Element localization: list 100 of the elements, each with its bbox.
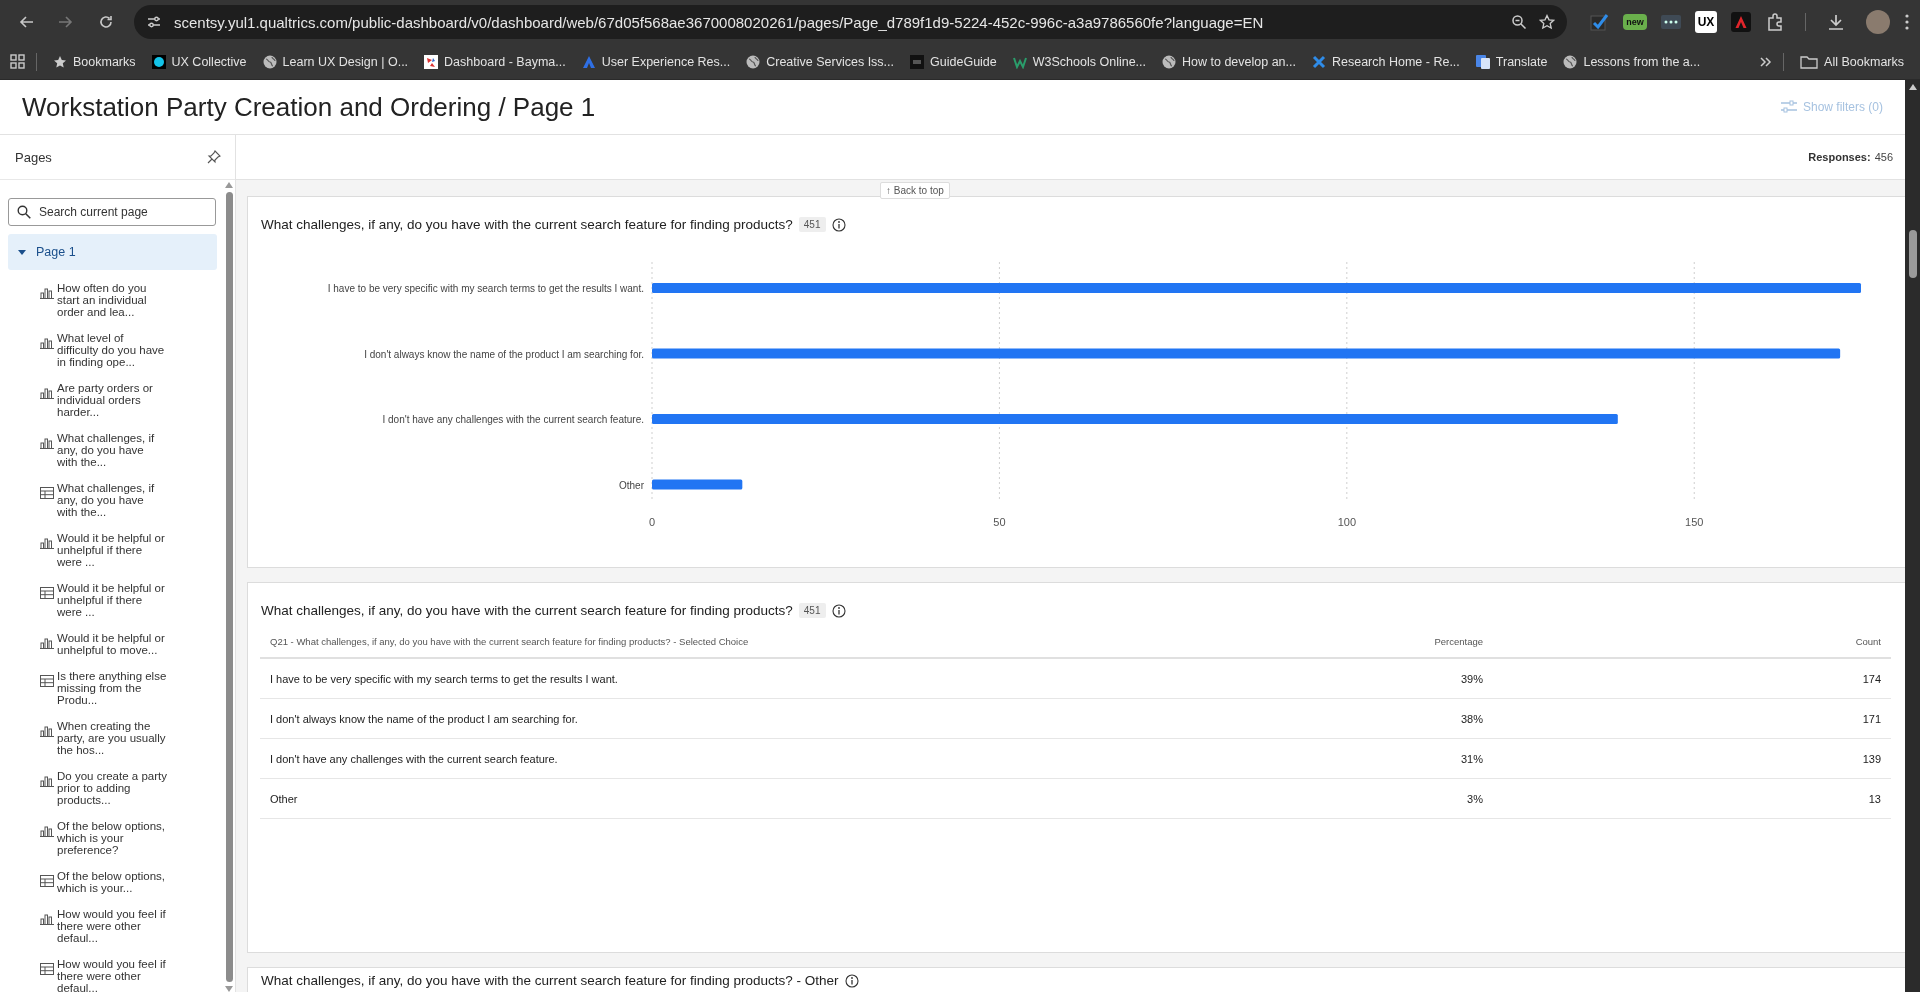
- page-outline-item[interactable]: What challenges, if any, do you have with the...: [40, 432, 190, 468]
- page-outline-item[interactable]: Of the below options, which is your preference?: [40, 820, 190, 856]
- bookmark-link[interactable]: User Experience Res...: [575, 50, 737, 73]
- response-count: 451: [798, 603, 826, 618]
- bookmark-link[interactable]: Translate: [1469, 50, 1554, 73]
- bookmark-link[interactable]: How to develop an...: [1156, 50, 1302, 73]
- table-cell: Other: [260, 779, 1293, 819]
- bar-chart-icon: [40, 337, 54, 349]
- bookmarks-folder[interactable]: All Bookmarks: [1794, 50, 1910, 73]
- circle-icon: [151, 54, 166, 69]
- search-box[interactable]: Search current page: [8, 198, 216, 226]
- page-outline-item[interactable]: What challenges, if any, do you have with the...: [40, 482, 190, 518]
- extension-button[interactable]: UX: [1695, 11, 1717, 33]
- extensions-icon[interactable]: [1765, 12, 1785, 32]
- logo-icon: [424, 54, 439, 69]
- axis-tick-label: 100: [1337, 516, 1356, 528]
- widget-title: What challenges, if any, do you have with the current search feature for finding products?: [261, 603, 793, 618]
- page-item[interactable]: Page 1: [8, 234, 217, 270]
- globe-icon: [262, 54, 277, 69]
- site-settings-icon[interactable]: [146, 14, 162, 30]
- address-bar[interactable]: scentsy.yul1.qualtrics.com/public-dashboard/v0/dashboard/web/67d05f568ae3670008020261/pages/Page_d789f1d9-5224-452c-996c-a3a9786560fe?language=EN: [134, 5, 1567, 39]
- category-label: I have to be very specific with my search terms to get the results I want.: [327, 283, 644, 294]
- axis-tick-label: 150: [1685, 516, 1704, 528]
- folder-icon: [1800, 54, 1819, 69]
- star-icon[interactable]: [1539, 14, 1555, 30]
- triangle-icon: [581, 54, 596, 69]
- bookmark-link[interactable]: Dashboard - Bayma...: [418, 50, 572, 73]
- bookmark-link[interactable]: UX Collective: [145, 50, 253, 73]
- axis-tick-label: 50: [993, 516, 1006, 528]
- extension-badge[interactable]: new: [1623, 14, 1647, 30]
- checkmark-icon[interactable]: [1589, 12, 1609, 32]
- bar-chart-icon: [40, 537, 54, 549]
- bar-chart-icon: [40, 725, 54, 737]
- table-cell: 38%: [1293, 699, 1493, 739]
- page-outline-item[interactable]: What level of difficulty do you have in finding ope...: [40, 332, 190, 368]
- page-outline-item[interactable]: Of the below options, which is your...: [40, 870, 190, 894]
- page-outline-item[interactable]: Would it be helpful or unhelpful if there were ...: [40, 582, 190, 618]
- table-cell: 13: [1493, 779, 1891, 819]
- scrollbar[interactable]: [1905, 80, 1920, 992]
- star-icon: [53, 54, 67, 69]
- page-outline-item[interactable]: Do you create a party prior to adding products...: [40, 770, 190, 806]
- bookmark-link[interactable]: W3Schools Online...: [1006, 50, 1152, 73]
- widget-title: What challenges, if any, do you have with the current search feature for finding products? - Other: [261, 973, 839, 988]
- back-icon[interactable]: [18, 14, 34, 30]
- page-outline-item[interactable]: Would it be helpful or unhelpful to move...: [40, 632, 190, 656]
- page-outline-item[interactable]: Is there anything else missing from the Produ...: [40, 670, 190, 706]
- table-cell: 31%: [1293, 739, 1493, 779]
- reload-icon[interactable]: [98, 14, 114, 30]
- bookmark-link[interactable]: Learn UX Design | O...: [256, 50, 415, 73]
- table-icon: [40, 963, 54, 975]
- forward-icon[interactable]: [58, 14, 74, 30]
- bookmark-link[interactable]: Creative Services Iss...: [740, 50, 901, 73]
- page-outline-item[interactable]: How often do you start an individual order and lea...: [40, 282, 190, 318]
- bar-chart-icon: [40, 437, 54, 449]
- bookmark-link[interactable]: GuideGuide: [904, 50, 1003, 73]
- category-label: Other: [619, 479, 644, 491]
- globe-icon: [746, 54, 761, 69]
- table-cell: 39%: [1293, 659, 1493, 699]
- zoom-icon[interactable]: [1511, 14, 1527, 30]
- bar-chart-icon: [40, 913, 54, 925]
- column-header: Q21 - What challenges, if any, do you have with the current search feature for finding products? - Selected Choice: [260, 626, 1293, 659]
- table-icon: [40, 587, 54, 599]
- page-outline-item[interactable]: How would you feel if there were other defaul...: [40, 908, 190, 944]
- table-icon: [40, 875, 54, 887]
- page-outline-item[interactable]: How would you feel if there were other defaul...: [40, 958, 190, 992]
- bookmark-link[interactable]: Bookmarks: [47, 50, 142, 73]
- info-icon[interactable]: [831, 217, 846, 232]
- axis-tick-label: 0: [648, 516, 656, 528]
- category-label: I don't always know the name of the product I am searching for.: [364, 348, 644, 360]
- page-outline-item[interactable]: Would it be helpful or unhelpful if there were ...: [40, 532, 190, 568]
- column-header: Count: [1493, 626, 1891, 659]
- pin-icon[interactable]: [207, 150, 221, 164]
- chevron-icon[interactable]: [1759, 54, 1774, 69]
- filter-icon: [1780, 100, 1797, 114]
- globe-icon: [1162, 54, 1176, 69]
- sidebar-title: Pages: [15, 149, 52, 165]
- more-icon[interactable]: [1904, 13, 1910, 31]
- table-cell: I don't have any challenges with the current search feature.: [260, 739, 1293, 779]
- bar-chart-icon: [40, 825, 54, 837]
- search-field[interactable]: Search current page: [39, 205, 207, 219]
- page-outline-item[interactable]: Are party orders or individual orders harder...: [40, 382, 190, 418]
- avatar[interactable]: [1866, 10, 1890, 34]
- cross-icon: [1312, 54, 1326, 69]
- table-cell: 174: [1493, 659, 1891, 699]
- back-to-top-button[interactable]: ↑ Back to top: [880, 182, 950, 199]
- info-icon[interactable]: [844, 973, 859, 988]
- bar-chart-icon: [40, 387, 54, 399]
- apps-icon[interactable]: [10, 53, 26, 70]
- acrobat-icon[interactable]: [1731, 12, 1751, 32]
- dots-icon[interactable]: [1661, 15, 1681, 29]
- info-icon[interactable]: [831, 603, 846, 618]
- bookmark-link[interactable]: Research Home - Re...: [1306, 50, 1466, 73]
- page-outline-item[interactable]: When creating the party, are you usually the hos...: [40, 720, 190, 756]
- widget-title: What challenges, if any, do you have with the current search feature for finding products?: [261, 217, 793, 232]
- download-icon[interactable]: [1826, 12, 1846, 32]
- bookmark-link[interactable]: Lessons from the a...: [1557, 50, 1707, 73]
- bar-chart-icon: [40, 287, 54, 299]
- caret-icon: [18, 248, 26, 256]
- table-icon: [40, 487, 54, 499]
- response-count: 451: [798, 217, 826, 232]
